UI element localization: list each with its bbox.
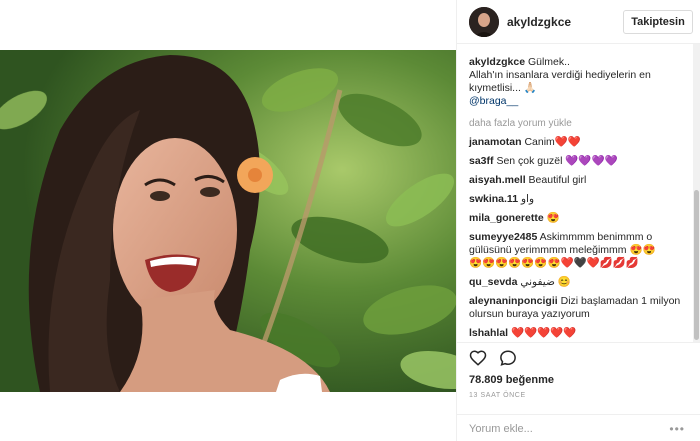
comment-item: janamotan Canim❤️❤️ xyxy=(469,136,683,149)
post-actions xyxy=(457,342,700,372)
heart-icon[interactable] xyxy=(469,349,487,367)
comment-bubble-icon[interactable] xyxy=(499,349,517,367)
comment-text: ضيفوني 😊 xyxy=(520,276,571,288)
comment-item: aleynaninponcigii Dizi başlamadan 1 mily… xyxy=(469,295,683,321)
scrollbar-thumb[interactable] xyxy=(694,190,699,340)
comment-input[interactable] xyxy=(469,421,619,437)
caption-username[interactable]: akyldzgkce xyxy=(469,56,525,68)
post-timestamp: 13 SAAT ÖNCE xyxy=(469,392,526,399)
caption-line-1: Gülmek.. xyxy=(527,56,570,68)
comment-item: aisyah.mell Beautiful girl xyxy=(469,174,683,187)
add-comment-bar: ••• xyxy=(457,414,700,441)
comment-username[interactable]: aisyah.mell xyxy=(469,174,526,186)
comment-item: qu_sevda ضيفوني 😊 xyxy=(469,276,683,289)
like-count[interactable]: 78.809 beğenme xyxy=(469,374,554,386)
comment-item: sumeyye2485 Askimmmm benimmm o gülüsünü … xyxy=(469,231,683,270)
comment-text: Canim❤️❤️ xyxy=(524,136,581,148)
comment-text: واو xyxy=(520,193,535,205)
comment-username[interactable]: sa3ff xyxy=(469,155,494,167)
comment-username[interactable]: janamotan xyxy=(469,136,522,148)
comment-username[interactable]: aleynaninponcigii xyxy=(469,295,558,307)
load-more-comments-link[interactable]: daha fazla yorum yükle xyxy=(469,118,683,129)
comment-item: lshahlal ❤️❤️❤️❤️❤️ xyxy=(469,327,683,340)
post-header: akyldzgkce Takiptesin xyxy=(457,0,700,44)
comment-item: sa3ff Sen çok guzël 💜💜💜💜 xyxy=(469,155,683,168)
comment-text: Sen çok guzël xyxy=(496,155,563,167)
comment-emoji: ❤️❤️❤️❤️❤️ xyxy=(511,327,577,339)
avatar-image xyxy=(469,7,499,37)
photo-image xyxy=(0,50,456,392)
comment-username[interactable]: swkina.11 xyxy=(469,193,518,205)
comment-emoji: 💜💜💜💜 xyxy=(565,155,618,167)
post-caption: akyldzgkce Gülmek.. Allah'ın insanlara v… xyxy=(469,56,683,108)
comments-scrollbar[interactable] xyxy=(693,44,700,342)
comments-list: akyldzgkce Gülmek.. Allah'ın insanlara v… xyxy=(457,44,693,342)
more-options-icon[interactable]: ••• xyxy=(669,422,685,436)
comment-text: 😍 xyxy=(546,212,560,224)
caption-mention[interactable]: @braga__ xyxy=(469,95,518,107)
comment-text: Beautiful girl xyxy=(528,174,587,186)
post-photo[interactable] xyxy=(0,50,456,392)
comment-emoji: 😍😍😍😍😍😍😍❤️🖤❤️💋💋💋 xyxy=(469,257,639,269)
comment-item: mila_gonerette 😍 xyxy=(469,212,683,225)
caption-line-2: Allah'ın insanlara verdiği hediyelerin e… xyxy=(469,69,651,81)
following-button[interactable]: Takiptesin xyxy=(623,10,693,34)
post-side-panel: akyldzgkce Takiptesin akyldzgkce Gülmek.… xyxy=(456,0,700,441)
header-username[interactable]: akyldzgkce xyxy=(507,15,571,29)
caption-line-3: kıymetlisi... 🙏🏻 xyxy=(469,82,537,94)
comment-username[interactable]: qu_sevda xyxy=(469,276,517,288)
comment-item: swkina.11 واو xyxy=(469,193,683,206)
comment-username[interactable]: lshahlal xyxy=(469,327,508,339)
comment-username[interactable]: mila_gonerette xyxy=(469,212,544,224)
comment-username[interactable]: sumeyye2485 xyxy=(469,231,537,243)
avatar[interactable] xyxy=(469,7,499,37)
